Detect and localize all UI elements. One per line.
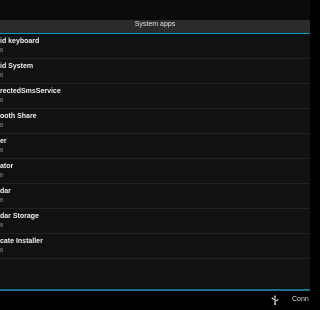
app-size: B — [0, 73, 4, 79]
system-bar — [0, 291, 310, 310]
app-name: id keyboard — [0, 38, 40, 45]
section-title: System apps — [134, 21, 176, 28]
list-item[interactable]: id System B — [0, 59, 310, 84]
app-size: B — [0, 198, 4, 204]
app-name: dar — [0, 188, 11, 195]
app-name: er — [0, 138, 7, 145]
list-item[interactable]: cate Installer B — [0, 234, 310, 259]
app-size: B — [0, 148, 4, 154]
app-size: B — [0, 173, 4, 179]
app-size: B — [0, 98, 4, 104]
list-item[interactable]: dar B — [0, 184, 310, 209]
app-name: rectedSmsService — [0, 88, 61, 95]
app-size: B — [0, 223, 4, 229]
app-name: ooth Share — [0, 113, 37, 120]
list-item[interactable]: dar Storage B — [0, 209, 310, 234]
app-list[interactable]: id keyboard B id System B rectedSmsServi… — [0, 34, 310, 289]
list-item[interactable]: ooth Share B — [0, 109, 310, 134]
connection-status-text[interactable]: Conn — [292, 296, 309, 303]
app-size: B — [0, 123, 4, 129]
list-item[interactable]: er B — [0, 134, 310, 159]
top-strip — [0, 0, 310, 20]
app-name: id System — [0, 63, 34, 70]
list-item[interactable]: id keyboard B — [0, 34, 310, 59]
app-name: cate Installer — [0, 238, 43, 245]
usb-icon[interactable] — [270, 295, 280, 305]
section-header: System apps — [0, 20, 310, 34]
app-size: B — [0, 48, 4, 54]
app-name: dar Storage — [0, 213, 39, 220]
app-size: B — [0, 248, 4, 254]
app-name: ator — [0, 163, 14, 170]
list-item[interactable]: rectedSmsService B — [0, 84, 310, 109]
list-item[interactable]: ator B — [0, 159, 310, 184]
